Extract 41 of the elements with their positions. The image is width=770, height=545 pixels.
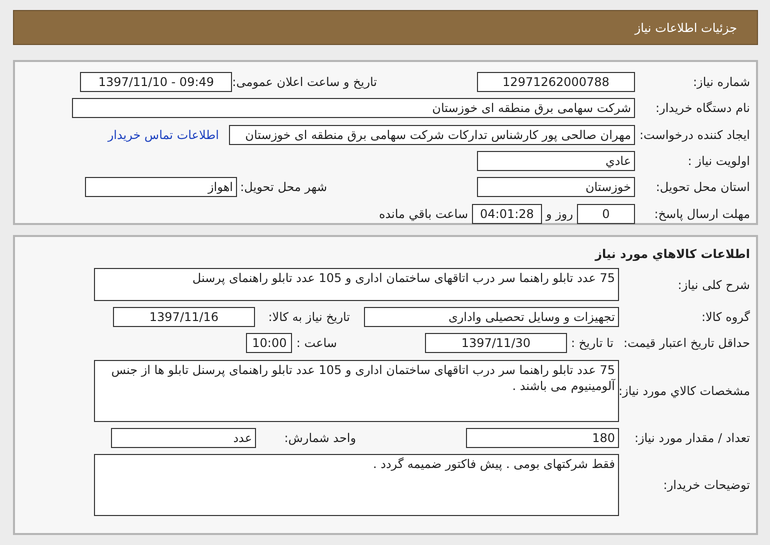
field-label: تاریخ نیاز به کالا:: [268, 310, 350, 324]
quantity-field: 180: [466, 428, 619, 448]
description-field: 75 عدد تابلو راهنما سر درب اتاقهای ساختمان اداری و 105 عدد تابلو راهنمای پرسنل: [94, 268, 619, 301]
field-label: مشخصات كالاي مورد نياز:: [619, 384, 750, 398]
validity-date-field: 1397/11/30: [424, 333, 567, 354]
field-label: استان محل تحویل:: [654, 180, 750, 194]
field-label: ایجاد کننده درخواست:: [638, 128, 750, 142]
need-date-field: 1397/11/16: [113, 307, 255, 328]
requester-field: مهران صالحی پور کارشناس تدارکات شرکت سهامی برق منطقه ای خوزستان: [229, 124, 635, 145]
field-label: تاریخ و ساعت اعلان عمومی:: [232, 75, 377, 90]
field-label: ساعت :: [296, 336, 337, 350]
field-label: شرح کلی نیاز:: [676, 278, 750, 292]
field-label: مهلت ارسال پاسخ:: [653, 206, 750, 221]
time-suffix: ساعت باقي مانده: [378, 206, 468, 221]
field-label: واحد شمارش:: [284, 430, 356, 445]
buyer-field: شرکت سهامی برق منطقه ای خوزستان: [72, 98, 635, 118]
days-unit: روز و: [546, 206, 573, 221]
priority-field: عادي: [477, 151, 635, 172]
field-label: اولویت نیاز :: [686, 154, 750, 168]
field-label: شهر محل تحویل:: [240, 180, 327, 194]
specs-field: 75 عدد تابلو راهنما سر درب اتاقهای ساختمان اداری و 105 عدد تابلو راهنمای پرسنل تابلو ها از جنس آلومینیوم می باشند .: [94, 360, 619, 422]
announce-date-field: 1397/11/10 - 09:49: [80, 72, 232, 92]
field-label: تعداد / مقدار مورد نیاز:: [633, 430, 750, 445]
contact-link[interactable]: اطلاعات تماس خریدار: [108, 128, 219, 142]
field-label: حداقل تاریخ اعتبار قیمت:: [623, 336, 750, 350]
days-field: 0: [577, 204, 635, 224]
field-label: شماره نیاز:: [692, 75, 750, 90]
field-label: گروه کالا:: [700, 310, 750, 324]
field-label: تا تاریخ :: [570, 336, 614, 350]
field-label: نام دستگاه خریدار:: [654, 101, 750, 116]
validity-time-field: 10:00: [246, 333, 292, 354]
time-left-field: 04:01:28: [472, 204, 542, 224]
province-field: خوزستان: [477, 177, 635, 198]
page-title: جزئیات اطلاعات نیاز: [634, 20, 737, 34]
city-field: اهواز: [85, 177, 237, 198]
need-number-field: 12971262000788: [477, 72, 635, 92]
field-label: توضیحات خریدار:: [662, 478, 750, 492]
unit-field: عدد: [111, 428, 256, 448]
goods-group-field: تجهیزات و وسایل تحصیلی واداری: [364, 307, 619, 328]
notes-field: فقط شرکتهای بومی . پیش فاکتور ضمیمه گردد .: [94, 454, 619, 516]
section-title: اطلاعات كالاهاي مورد نياز: [594, 246, 750, 263]
